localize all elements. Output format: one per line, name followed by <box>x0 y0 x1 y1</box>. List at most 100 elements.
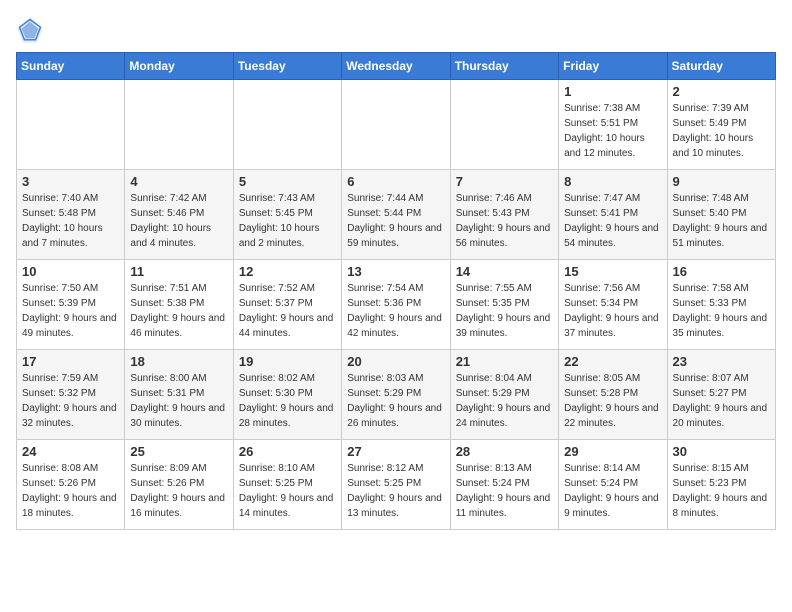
day-info: Sunrise: 8:05 AM Sunset: 5:28 PM Dayligh… <box>564 371 661 431</box>
calendar-day-cell: 18 Sunrise: 8:00 AM Sunset: 5:31 PM Dayli… <box>125 350 233 440</box>
day-info: Sunrise: 8:09 AM Sunset: 5:26 PM Dayligh… <box>130 461 227 521</box>
calendar-day-cell: 22Sunrise: 8:05 AM Sunset: 5:28 PM Dayli… <box>559 350 667 440</box>
calendar-day-cell: 24 Sunrise: 8:08 AM Sunset: 5:26 PM Dayli… <box>17 440 125 530</box>
calendar-header-day: Tuesday <box>233 53 341 80</box>
day-info: Sunrise: 7:38 AM Sunset: 5:51 PM Dayligh… <box>564 101 661 161</box>
day-info: Sunrise: 7:55 AM Sunset: 5:35 PM Dayligh… <box>456 281 553 341</box>
day-info: Sunrise: 7:46 AM Sunset: 5:43 PM Dayligh… <box>456 191 553 251</box>
calendar-day-cell: 5Sunrise: 7:43 AM Sunset: 5:45 PM Daylig… <box>233 170 341 260</box>
calendar-day-cell: 27 Sunrise: 8:12 AM Sunset: 5:25 PM Dayli… <box>342 440 450 530</box>
logo-icon <box>16 16 44 44</box>
day-info: Sunrise: 8:10 AM Sunset: 5:25 PM Dayligh… <box>239 461 336 521</box>
day-info: Sunrise: 8:07 AM Sunset: 5:27 PM Dayligh… <box>673 371 770 431</box>
logo <box>16 16 48 44</box>
day-info: Sunrise: 8:13 AM Sunset: 5:24 PM Dayligh… <box>456 461 553 521</box>
day-info: Sunrise: 7:51 AM Sunset: 5:38 PM Dayligh… <box>130 281 227 341</box>
day-number: 24 <box>22 444 119 459</box>
calendar-day-cell <box>125 80 233 170</box>
calendar-header-day: Monday <box>125 53 233 80</box>
day-info: Sunrise: 8:04 AM Sunset: 5:29 PM Dayligh… <box>456 371 553 431</box>
day-number: 30 <box>673 444 770 459</box>
calendar-week-row: 24 Sunrise: 8:08 AM Sunset: 5:26 PM Dayli… <box>17 440 776 530</box>
calendar-day-cell <box>17 80 125 170</box>
day-info: Sunrise: 7:58 AM Sunset: 5:33 PM Dayligh… <box>673 281 770 341</box>
day-number: 29 <box>564 444 661 459</box>
day-number: 21 <box>456 354 553 369</box>
day-number: 26 <box>239 444 336 459</box>
day-number: 3 <box>22 174 119 189</box>
calendar-table: SundayMondayTuesdayWednesdayThursdayFrid… <box>16 52 776 530</box>
calendar-week-row: 1 Sunrise: 7:38 AM Sunset: 5:51 PM Daylig… <box>17 80 776 170</box>
day-info: Sunrise: 8:00 AM Sunset: 5:31 PM Dayligh… <box>130 371 227 431</box>
day-number: 14 <box>456 264 553 279</box>
calendar-day-cell: 20Sunrise: 8:03 AM Sunset: 5:29 PM Dayli… <box>342 350 450 440</box>
calendar-day-cell <box>342 80 450 170</box>
day-info: Sunrise: 7:43 AM Sunset: 5:45 PM Dayligh… <box>239 191 336 251</box>
calendar-day-cell: 9Sunrise: 7:48 AM Sunset: 5:40 PM Daylig… <box>667 170 775 260</box>
calendar-day-cell: 16 Sunrise: 7:58 AM Sunset: 5:33 PM Dayli… <box>667 260 775 350</box>
day-info: Sunrise: 7:54 AM Sunset: 5:36 PM Dayligh… <box>347 281 444 341</box>
page-header <box>16 16 776 44</box>
calendar-header-day: Wednesday <box>342 53 450 80</box>
calendar-day-cell <box>233 80 341 170</box>
day-number: 19 <box>239 354 336 369</box>
calendar-day-cell: 28 Sunrise: 8:13 AM Sunset: 5:24 PM Dayli… <box>450 440 558 530</box>
day-number: 8 <box>564 174 661 189</box>
calendar-day-cell: 29 Sunrise: 8:14 AM Sunset: 5:24 PM Dayli… <box>559 440 667 530</box>
day-info: Sunrise: 8:15 AM Sunset: 5:23 PM Dayligh… <box>673 461 770 521</box>
calendar-header-day: Sunday <box>17 53 125 80</box>
day-number: 28 <box>456 444 553 459</box>
calendar-day-cell: 30 Sunrise: 8:15 AM Sunset: 5:23 PM Dayli… <box>667 440 775 530</box>
day-number: 4 <box>130 174 227 189</box>
day-number: 15 <box>564 264 661 279</box>
day-info: Sunrise: 7:59 AM Sunset: 5:32 PM Dayligh… <box>22 371 119 431</box>
day-info: Sunrise: 8:08 AM Sunset: 5:26 PM Dayligh… <box>22 461 119 521</box>
calendar-day-cell: 25 Sunrise: 8:09 AM Sunset: 5:26 PM Dayli… <box>125 440 233 530</box>
calendar-day-cell: 17Sunrise: 7:59 AM Sunset: 5:32 PM Dayli… <box>17 350 125 440</box>
calendar-day-cell: 3Sunrise: 7:40 AM Sunset: 5:48 PM Daylig… <box>17 170 125 260</box>
day-number: 23 <box>673 354 770 369</box>
day-number: 16 <box>673 264 770 279</box>
day-info: Sunrise: 8:03 AM Sunset: 5:29 PM Dayligh… <box>347 371 444 431</box>
day-info: Sunrise: 7:50 AM Sunset: 5:39 PM Dayligh… <box>22 281 119 341</box>
calendar-day-cell: 2 Sunrise: 7:39 AM Sunset: 5:49 PM Daylig… <box>667 80 775 170</box>
calendar-day-cell: 14 Sunrise: 7:55 AM Sunset: 5:35 PM Dayli… <box>450 260 558 350</box>
day-info: Sunrise: 7:47 AM Sunset: 5:41 PM Dayligh… <box>564 191 661 251</box>
day-info: Sunrise: 7:56 AM Sunset: 5:34 PM Dayligh… <box>564 281 661 341</box>
calendar-day-cell: 13Sunrise: 7:54 AM Sunset: 5:36 PM Dayli… <box>342 260 450 350</box>
calendar-day-cell: 10 Sunrise: 7:50 AM Sunset: 5:39 PM Dayli… <box>17 260 125 350</box>
calendar-week-row: 10 Sunrise: 7:50 AM Sunset: 5:39 PM Dayli… <box>17 260 776 350</box>
calendar-day-cell: 19 Sunrise: 8:02 AM Sunset: 5:30 PM Dayli… <box>233 350 341 440</box>
day-number: 11 <box>130 264 227 279</box>
calendar-header-day: Thursday <box>450 53 558 80</box>
calendar-week-row: 17Sunrise: 7:59 AM Sunset: 5:32 PM Dayli… <box>17 350 776 440</box>
day-info: Sunrise: 7:39 AM Sunset: 5:49 PM Dayligh… <box>673 101 770 161</box>
day-number: 1 <box>564 84 661 99</box>
day-number: 12 <box>239 264 336 279</box>
day-number: 6 <box>347 174 444 189</box>
calendar-day-cell: 23 Sunrise: 8:07 AM Sunset: 5:27 PM Dayli… <box>667 350 775 440</box>
calendar-header-day: Saturday <box>667 53 775 80</box>
day-info: Sunrise: 8:14 AM Sunset: 5:24 PM Dayligh… <box>564 461 661 521</box>
day-info: Sunrise: 8:12 AM Sunset: 5:25 PM Dayligh… <box>347 461 444 521</box>
calendar-day-cell: 15 Sunrise: 7:56 AM Sunset: 5:34 PM Dayli… <box>559 260 667 350</box>
day-info: Sunrise: 7:42 AM Sunset: 5:46 PM Dayligh… <box>130 191 227 251</box>
calendar-day-cell <box>450 80 558 170</box>
day-number: 10 <box>22 264 119 279</box>
calendar-day-cell: 4 Sunrise: 7:42 AM Sunset: 5:46 PM Daylig… <box>125 170 233 260</box>
day-info: Sunrise: 7:44 AM Sunset: 5:44 PM Dayligh… <box>347 191 444 251</box>
day-number: 25 <box>130 444 227 459</box>
calendar-day-cell: 7 Sunrise: 7:46 AM Sunset: 5:43 PM Daylig… <box>450 170 558 260</box>
day-number: 7 <box>456 174 553 189</box>
calendar-day-cell: 11 Sunrise: 7:51 AM Sunset: 5:38 PM Dayli… <box>125 260 233 350</box>
day-number: 2 <box>673 84 770 99</box>
calendar-day-cell: 1 Sunrise: 7:38 AM Sunset: 5:51 PM Daylig… <box>559 80 667 170</box>
day-info: Sunrise: 8:02 AM Sunset: 5:30 PM Dayligh… <box>239 371 336 431</box>
day-number: 9 <box>673 174 770 189</box>
calendar-day-cell: 6 Sunrise: 7:44 AM Sunset: 5:44 PM Daylig… <box>342 170 450 260</box>
day-number: 18 <box>130 354 227 369</box>
calendar-header-row: SundayMondayTuesdayWednesdayThursdayFrid… <box>17 53 776 80</box>
calendar-day-cell: 21 Sunrise: 8:04 AM Sunset: 5:29 PM Dayli… <box>450 350 558 440</box>
day-number: 27 <box>347 444 444 459</box>
calendar-header-day: Friday <box>559 53 667 80</box>
